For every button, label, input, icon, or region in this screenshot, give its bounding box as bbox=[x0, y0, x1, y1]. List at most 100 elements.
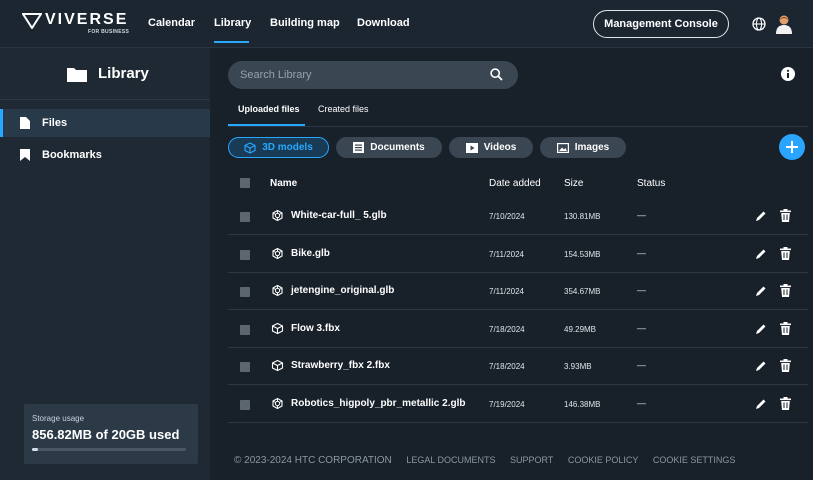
file-size: 154.53MB bbox=[564, 249, 601, 259]
nav-calendar[interactable]: Calendar bbox=[148, 17, 195, 29]
video-icon bbox=[465, 142, 478, 153]
top-bar: VIVERSE FOR BUSINESS Calendar Library Bu… bbox=[0, 0, 813, 48]
trash-icon[interactable] bbox=[780, 359, 791, 372]
folder-icon bbox=[67, 68, 87, 82]
edit-icon[interactable] bbox=[755, 285, 767, 297]
filter-videos[interactable]: Videos bbox=[449, 137, 533, 158]
file-status: — bbox=[637, 322, 646, 333]
footer-copyright: © 2023-2024 HTC CORPORATION bbox=[234, 455, 392, 466]
table-row[interactable]: Bike.glb 7/11/2024 154.53MB — bbox=[228, 236, 808, 273]
file-status: — bbox=[637, 247, 646, 258]
image-icon bbox=[556, 142, 569, 153]
table-header: Name Date added Size Status bbox=[228, 172, 808, 194]
column-date-added[interactable]: Date added bbox=[489, 178, 541, 189]
sidebar-header: Library bbox=[0, 48, 210, 100]
fbx-model-icon bbox=[271, 322, 284, 334]
cube-icon bbox=[244, 141, 256, 154]
footer: © 2023-2024 HTC CORPORATION LEGAL DOCUME… bbox=[234, 455, 747, 466]
column-size[interactable]: Size bbox=[564, 178, 583, 189]
search-bar[interactable]: Search Library bbox=[228, 61, 518, 89]
trash-icon[interactable] bbox=[780, 396, 791, 410]
user-avatar-icon[interactable] bbox=[775, 14, 793, 34]
filter-label: 3D models bbox=[262, 142, 313, 153]
file-size: 146.38MB bbox=[564, 399, 601, 409]
filter-label: Videos bbox=[483, 142, 517, 153]
file-name[interactable]: Bike.glb bbox=[291, 248, 330, 259]
search-input[interactable]: Search Library bbox=[240, 69, 312, 81]
file-name[interactable]: Robotics_higpoly_pbr_metallic 2.glb bbox=[291, 398, 465, 409]
storage-label: Storage usage bbox=[32, 414, 85, 423]
edit-icon[interactable] bbox=[755, 248, 767, 260]
tab-created-files[interactable]: Created files bbox=[318, 104, 369, 114]
table-row[interactable]: Robotics_higpoly_pbr_metallic 2.glb 7/19/… bbox=[228, 386, 808, 423]
sidebar-item-bookmarks[interactable]: Bookmarks bbox=[0, 141, 210, 169]
file-status: — bbox=[637, 210, 646, 220]
management-console-button[interactable]: Management Console bbox=[593, 10, 729, 38]
sidebar-title: Library bbox=[98, 65, 149, 82]
file-date: 7/11/2024 bbox=[489, 249, 524, 259]
nav-download[interactable]: Download bbox=[357, 17, 410, 29]
file-name[interactable]: Flow 3.fbx bbox=[291, 323, 340, 334]
file-size: 49.29MB bbox=[564, 324, 597, 334]
add-button[interactable] bbox=[779, 134, 805, 160]
globe-icon[interactable] bbox=[752, 17, 766, 31]
viverse-logo-icon bbox=[22, 13, 42, 29]
nav-library[interactable]: Library bbox=[214, 17, 251, 29]
file-icon bbox=[20, 117, 30, 129]
edit-icon[interactable] bbox=[755, 323, 767, 335]
filter-images[interactable]: Images bbox=[540, 137, 626, 158]
document-icon bbox=[353, 142, 365, 153]
select-all-checkbox[interactable] bbox=[240, 178, 250, 188]
sidebar-item-files[interactable]: Files bbox=[0, 109, 210, 137]
tab-uploaded-files[interactable]: Uploaded files bbox=[238, 104, 300, 114]
footer-cookie-settings-link[interactable]: COOKIE SETTINGS bbox=[653, 455, 736, 465]
file-size: 130.81MB bbox=[564, 212, 601, 221]
file-name[interactable]: White-car-full_ 5.glb bbox=[291, 210, 387, 221]
row-checkbox[interactable] bbox=[240, 212, 250, 222]
filter-label: Images bbox=[574, 142, 610, 153]
logo-subtitle: FOR BUSINESS bbox=[88, 29, 130, 35]
viverse-logo[interactable]: VIVERSE FOR BUSINESS bbox=[22, 11, 134, 37]
trash-icon[interactable] bbox=[780, 246, 791, 260]
nav-active-indicator bbox=[214, 41, 249, 43]
trash-icon[interactable] bbox=[780, 209, 791, 222]
table-row[interactable]: jetengine_original.glb 7/11/2024 354.67MB — bbox=[228, 273, 808, 310]
file-name[interactable]: jetengine_original.glb bbox=[291, 285, 394, 296]
row-checkbox[interactable] bbox=[240, 399, 250, 410]
search-icon[interactable] bbox=[490, 68, 503, 81]
row-checkbox[interactable] bbox=[240, 362, 250, 372]
filter-documents[interactable]: Documents bbox=[336, 137, 442, 158]
column-status[interactable]: Status bbox=[637, 178, 665, 189]
edit-icon[interactable] bbox=[755, 210, 767, 222]
storage-value: 856.82MB of 20GB used bbox=[32, 427, 180, 442]
storage-usage-panel: Storage usage 856.82MB of 20GB used bbox=[24, 404, 198, 464]
file-date: 7/11/2024 bbox=[489, 287, 524, 296]
nav-building-map[interactable]: Building map bbox=[270, 17, 340, 29]
tab-divider bbox=[228, 126, 808, 127]
file-size: 3.93MB bbox=[564, 362, 592, 371]
edit-icon[interactable] bbox=[755, 398, 767, 410]
row-checkbox[interactable] bbox=[240, 324, 250, 335]
edit-icon[interactable] bbox=[755, 360, 767, 372]
info-icon[interactable] bbox=[781, 67, 795, 81]
row-checkbox[interactable] bbox=[240, 287, 250, 297]
table-row[interactable]: Strawberry_fbx 2.fbx 7/18/2024 3.93MB — bbox=[228, 348, 808, 385]
table-row[interactable]: Flow 3.fbx 7/18/2024 49.29MB — bbox=[228, 311, 808, 348]
trash-icon[interactable] bbox=[780, 284, 791, 297]
footer-cookie-policy-link[interactable]: COOKIE POLICY bbox=[568, 455, 639, 465]
sidebar-item-label: Bookmarks bbox=[42, 149, 102, 161]
footer-legal-link[interactable]: LEGAL DOCUMENTS bbox=[406, 455, 495, 465]
file-date: 7/10/2024 bbox=[489, 212, 525, 221]
file-status: — bbox=[637, 360, 646, 370]
file-status: — bbox=[637, 285, 646, 295]
bookmark-icon bbox=[20, 149, 30, 161]
file-name[interactable]: Strawberry_fbx 2.fbx bbox=[291, 360, 390, 371]
column-name[interactable]: Name bbox=[270, 178, 297, 189]
table-row[interactable]: White-car-full_ 5.glb 7/10/2024 130.81MB — bbox=[228, 198, 808, 235]
footer-support-link[interactable]: SUPPORT bbox=[510, 455, 553, 465]
glb-model-icon bbox=[272, 209, 283, 222]
file-size: 354.67MB bbox=[564, 287, 601, 296]
filter-3d-models[interactable]: 3D models bbox=[228, 137, 329, 158]
row-checkbox[interactable] bbox=[240, 249, 250, 260]
trash-icon[interactable] bbox=[780, 321, 791, 335]
